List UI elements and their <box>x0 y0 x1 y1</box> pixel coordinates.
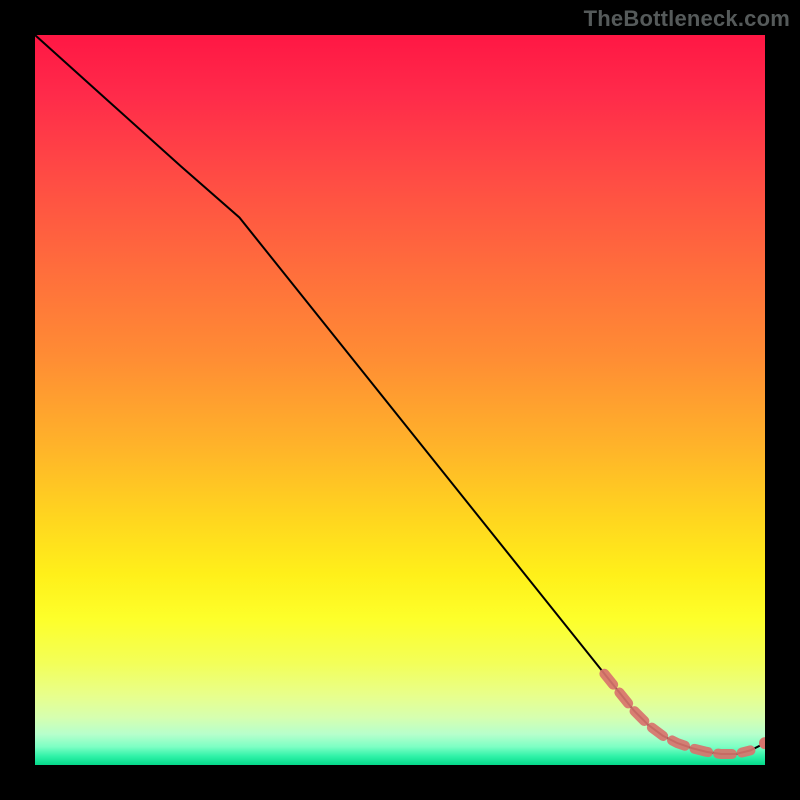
watermark-label: TheBottleneck.com <box>584 6 790 32</box>
chart-stage: TheBottleneck.com <box>0 0 800 800</box>
gradient-background <box>35 35 765 765</box>
bottleneck-chart <box>35 35 765 765</box>
